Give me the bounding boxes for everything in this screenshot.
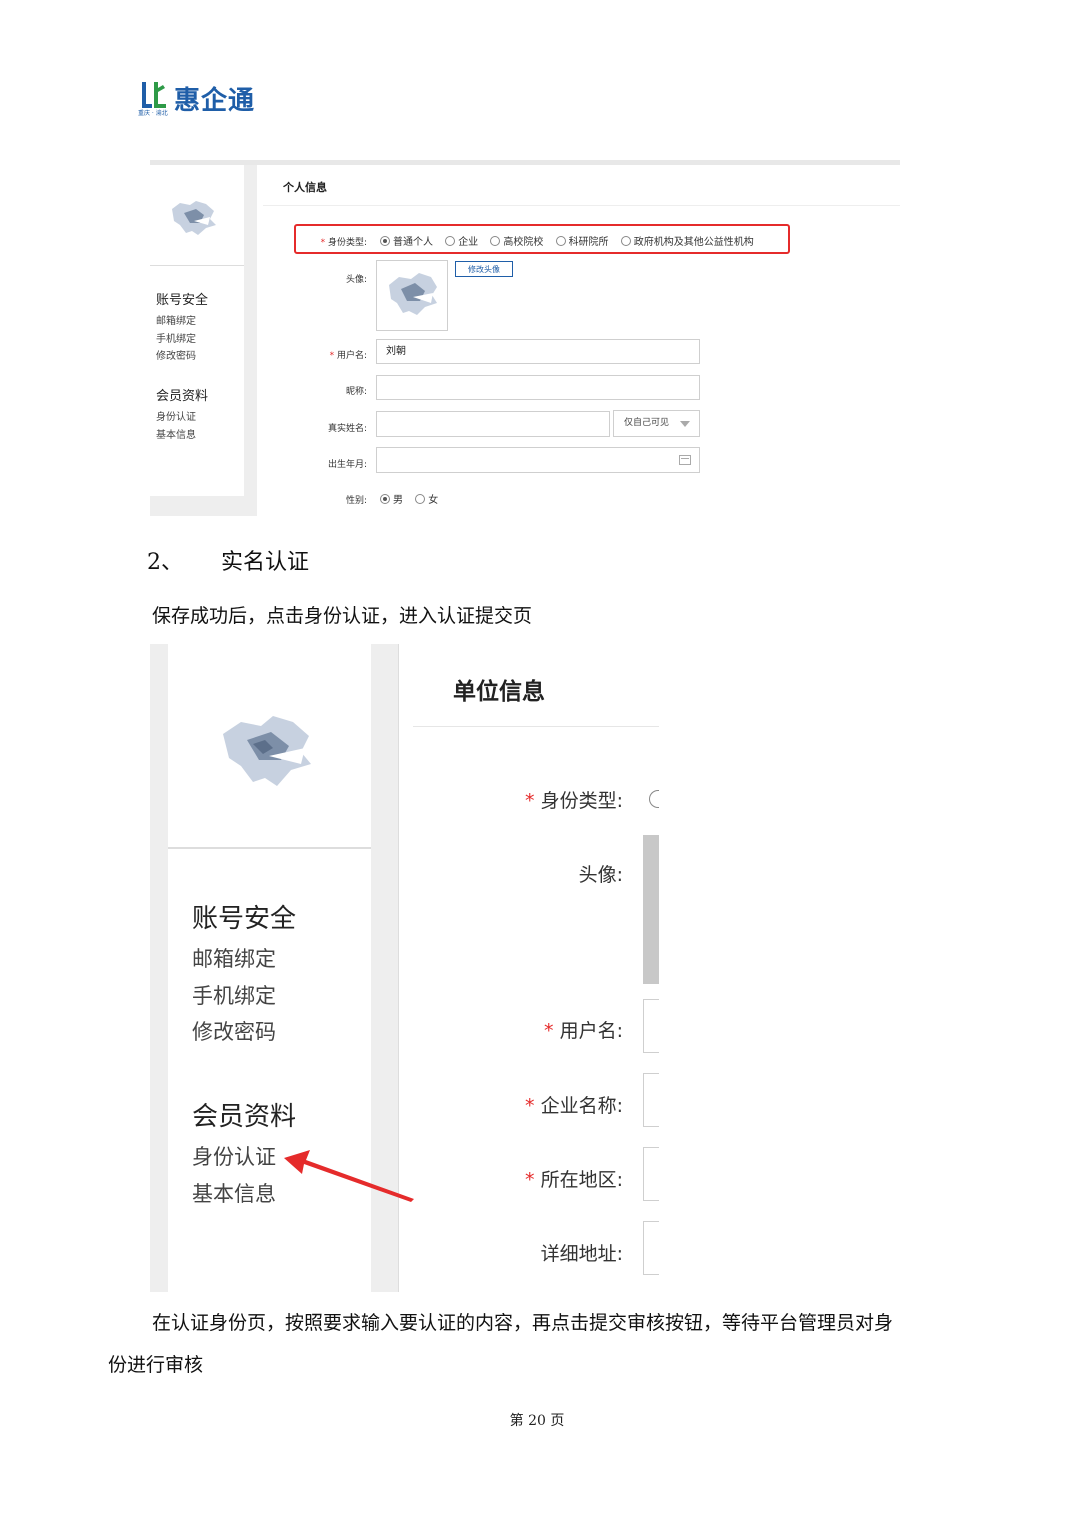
section-number: 2、 [147, 550, 183, 575]
sidebar: 账号安全 邮箱绑定 手机绑定 修改密码 会员资料 身份认证 基本信息 [150, 165, 244, 496]
radio-individual[interactable] [380, 236, 390, 246]
huiqitong-logo: 惠企通 重庆 · 渝北 [138, 76, 268, 120]
calendar-icon[interactable] [679, 455, 691, 465]
company-name-input[interactable] [643, 1073, 659, 1127]
sidebar-bottom [150, 496, 244, 516]
sidebar-divider [168, 847, 371, 849]
sidebar-group-account-security: 账号安全 [156, 293, 209, 308]
paragraph-instructions-line1: 在认证身份页，按照要求输入要认证的内容，再点击提交审核按钮，等待平台管理员对身 [152, 1312, 894, 1334]
avatar-preview[interactable] [643, 835, 659, 984]
avatar-label: 头像: [578, 864, 623, 886]
radio-research-institute[interactable] [555, 236, 566, 246]
realname-input[interactable] [376, 411, 610, 437]
radio-university[interactable] [490, 236, 501, 246]
radio-label: 普通个人 [393, 237, 433, 248]
title-divider [413, 726, 659, 727]
identity-type-label: * 身份类型: [525, 790, 623, 812]
logo-text: 惠企通 [174, 86, 256, 116]
sidebar-item-basic-info[interactable]: 基本信息 [156, 426, 196, 441]
sidebar-group-member-profile: 会员资料 [156, 389, 209, 404]
address-input[interactable] [643, 1221, 659, 1275]
page-title: 单位信息 [453, 679, 545, 705]
radio-label: 企业 [458, 237, 479, 248]
paragraph-instructions-line2: 份进行审核 [108, 1354, 204, 1376]
username-input[interactable] [643, 999, 659, 1053]
change-avatar-button[interactable]: 修改头像 [455, 261, 513, 277]
title-divider [263, 205, 900, 206]
sidebar-item-change-password[interactable]: 修改密码 [192, 1016, 276, 1046]
sidebar-divider [150, 265, 244, 266]
sidebar-group-account-security: 账号安全 [192, 904, 297, 934]
region-label: * 所在地区: [525, 1169, 623, 1191]
page-number: 第 20 页 [509, 1413, 565, 1429]
radio-label: 女 [428, 495, 439, 506]
section-heading: 2、 实名认证 [147, 544, 309, 576]
birth-label: 出生年月: [327, 460, 367, 470]
identity-type-radios: 普通个人 企业 高校院校 科研院所 政府机构及其他公益性机构 [380, 233, 754, 248]
radio-label: 高校院校 [503, 237, 544, 248]
sidebar-item-phone-binding[interactable]: 手机绑定 [156, 330, 196, 345]
sidebar-item-phone-binding[interactable]: 手机绑定 [192, 980, 276, 1010]
visibility-select[interactable]: 仅自己可见 [613, 410, 700, 437]
sidebar-item-identity-auth[interactable]: 身份认证 [192, 1141, 276, 1171]
avatar-preview[interactable] [376, 260, 448, 331]
sidebar-item-email-binding[interactable]: 邮箱绑定 [192, 943, 276, 973]
username-label: * 用户名: [329, 351, 367, 361]
birth-date-input[interactable] [376, 447, 700, 473]
radio-male[interactable] [380, 494, 390, 504]
map-avatar-icon [172, 201, 216, 235]
realname-label: 真实姓名: [327, 424, 367, 434]
identity-type-label: * 身份类型: [320, 238, 367, 248]
gender-label: 性别: [345, 496, 367, 506]
username-label: * 用户名: [544, 1020, 623, 1042]
personal-info-screenshot: 账号安全 邮箱绑定 手机绑定 修改密码 会员资料 身份认证 基本信息 个人信息 … [150, 160, 900, 516]
avatar-label: 头像: [345, 275, 367, 285]
radio-label: 男 [393, 495, 403, 506]
nickname-label: 昵称: [345, 387, 367, 397]
page-title: 个人信息 [283, 181, 327, 194]
radio-female[interactable] [415, 494, 426, 504]
username-input[interactable]: 刘朝 [376, 339, 700, 364]
company-name-label: * 企业名称: [525, 1095, 623, 1117]
logo-subtitle: 重庆 · 渝北 [138, 110, 168, 117]
map-avatar-icon [389, 273, 437, 315]
section-title: 实名认证 [221, 550, 310, 575]
form-panel: 单位信息 * 身份类型: 头像: * 用户名: * 企业名称: * 所在地区: … [399, 644, 659, 1292]
sidebar-item-basic-info[interactable]: 基本信息 [192, 1178, 276, 1208]
region-input[interactable] [643, 1147, 659, 1201]
radio-government[interactable] [620, 236, 631, 246]
form-panel: 个人信息 * 身份类型: 普通个人 企业 高校院校 科研院所 政府机构及其他公益… [257, 165, 900, 516]
radio-enterprise[interactable] [445, 236, 456, 246]
sidebar-gutter [244, 165, 257, 516]
dropdown-arrow-icon [680, 421, 690, 427]
red-arrow-icon [284, 1150, 414, 1202]
gender-radios: 男 女 [380, 491, 438, 506]
map-avatar-icon [223, 716, 311, 786]
unit-info-screenshot: 账号安全 邮箱绑定 手机绑定 修改密码 会员资料 身份认证 基本信息 单位信息 … [150, 644, 659, 1292]
radio-label: 政府机构及其他公益性机构 [633, 237, 754, 248]
sidebar-item-change-password[interactable]: 修改密码 [156, 347, 196, 362]
sidebar-group-member-profile: 会员资料 [192, 1102, 297, 1132]
left-edge [150, 644, 168, 1292]
paragraph-save-success: 保存成功后，点击身份认证，进入认证提交页 [152, 605, 533, 627]
address-label: 详细地址: [540, 1243, 623, 1265]
radio-label: 科研院所 [568, 237, 609, 248]
sidebar-item-identity-auth[interactable]: 身份认证 [156, 408, 196, 423]
visibility-select-value: 仅自己可见 [624, 418, 670, 428]
sidebar-item-email-binding[interactable]: 邮箱绑定 [156, 312, 196, 327]
identity-radio[interactable] [649, 790, 659, 808]
nickname-input[interactable] [376, 375, 700, 400]
